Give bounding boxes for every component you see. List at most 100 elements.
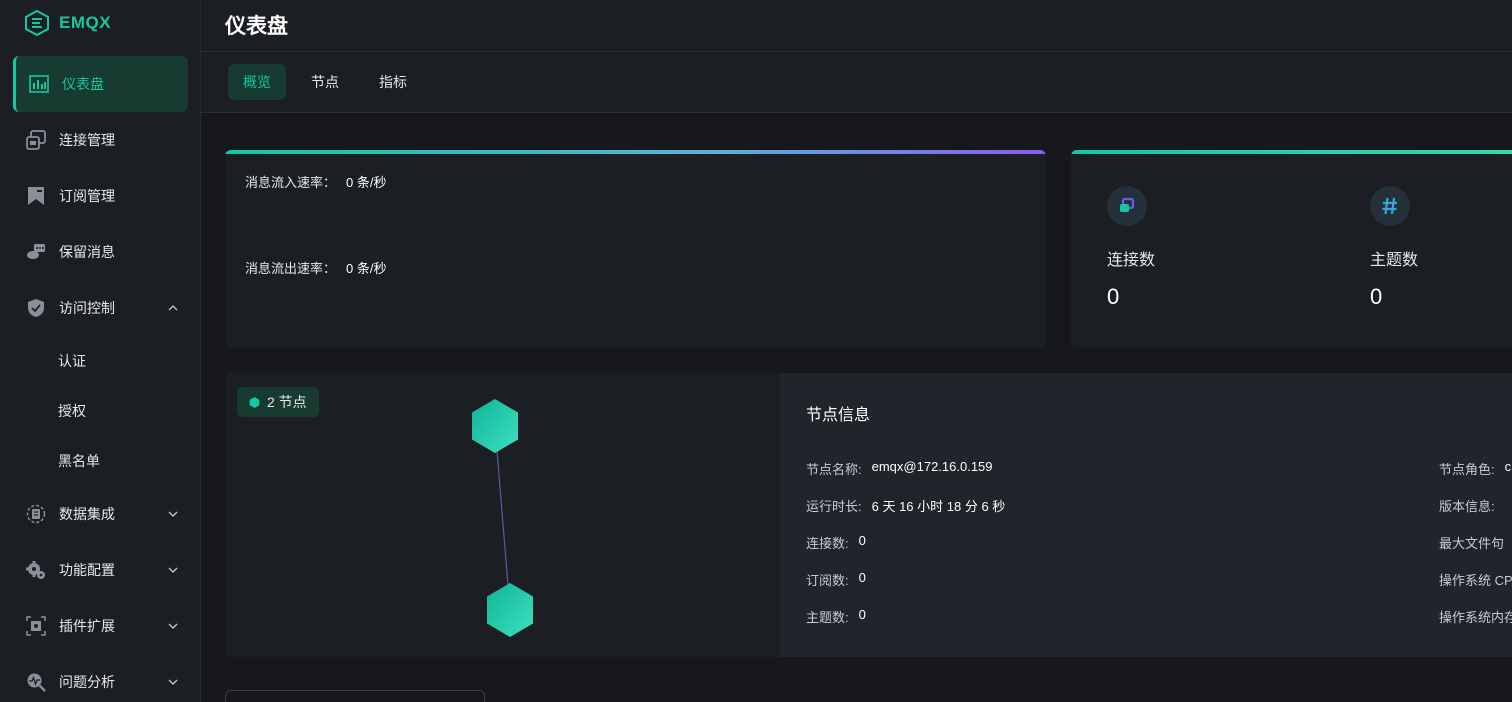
tab-metrics[interactable]: 指标	[364, 64, 422, 100]
shield-icon	[26, 298, 46, 318]
hexagon-icon	[249, 396, 260, 408]
topology-link	[494, 425, 511, 611]
page-title: 仪表盘	[225, 15, 288, 38]
node-info-label: 运行时长:	[806, 499, 862, 514]
stat-connections-label: 连接数	[1107, 252, 1156, 269]
sidebar-item-label: 插件扩展	[59, 618, 115, 634]
emqx-logo-icon	[25, 10, 49, 36]
chevron-down-icon	[168, 679, 178, 685]
node-info-row: 运行时长: 6 天 16 小时 18 分 6 秒	[806, 496, 1005, 515]
stats-card: 连接数 0 主题数 0	[1071, 150, 1512, 348]
sidebar-subitem-banned[interactable]: 黑名单	[0, 436, 201, 486]
node-info-panel: 节点信息 节点名称: emqx@172.16.0.159 运行时长: 6 天 1…	[780, 373, 1512, 657]
node-info-row: 操作系统 CP	[1439, 570, 1512, 589]
plugin-icon	[26, 616, 46, 636]
chevron-down-icon	[168, 623, 178, 629]
sidebar-item-access-control[interactable]: 访问控制	[0, 280, 201, 336]
sidebar-item-label: 数据集成	[59, 506, 115, 522]
node-count-text: 2 节点	[267, 394, 307, 410]
node-info-row: 连接数: 0	[806, 533, 866, 552]
topology-node[interactable]	[487, 583, 533, 637]
diagnose-icon	[26, 672, 46, 692]
sidebar-subitem-authentication[interactable]: 认证	[0, 336, 201, 386]
rate-in-value: 0 条/秒	[346, 175, 387, 190]
connections-icon	[26, 130, 46, 150]
node-info-row: 主题数: 0	[806, 607, 866, 626]
message-rate-card: 消息流入速率： 0 条/秒 消息流出速率： 0 条/秒	[225, 150, 1046, 348]
card-accent-bar	[225, 150, 1046, 154]
sidebar-subitem-authorization[interactable]: 授权	[0, 386, 201, 436]
retained-icon	[26, 242, 46, 262]
node-info-label: 订阅数:	[806, 573, 849, 588]
card-accent-bar	[1071, 150, 1512, 154]
rate-out-row: 消息流出速率： 0 条/秒	[245, 258, 386, 277]
sidebar-item-label: 问题分析	[59, 674, 115, 690]
node-info-label: 连接数:	[806, 536, 849, 551]
node-info-value: 0	[858, 533, 866, 548]
hash-icon	[1370, 186, 1410, 226]
sidebar-item-label: 仪表盘	[62, 76, 104, 92]
node-info-label: 操作系统 CP	[1439, 573, 1512, 588]
node-info-label: 最大文件句	[1439, 536, 1505, 551]
sidebar-item-subscriptions[interactable]: 订阅管理	[0, 168, 201, 224]
rate-in-row: 消息流入速率： 0 条/秒	[245, 172, 386, 191]
data-integration-icon	[26, 504, 46, 524]
tab-nodes[interactable]: 节点	[296, 64, 354, 100]
node-info-row: 订阅数: 0	[806, 570, 866, 589]
dashboard-icon	[29, 74, 49, 94]
subscriptions-icon	[26, 186, 46, 206]
node-info-label: 版本信息:	[1439, 499, 1495, 514]
node-topology: 2 节点	[225, 373, 780, 657]
node-info-label: 节点角色:	[1439, 462, 1495, 477]
node-info-row: 节点名称: emqx@172.16.0.159	[806, 459, 993, 478]
logo[interactable]: EMQX	[24, 8, 111, 38]
node-info-label: 节点名称:	[806, 462, 862, 477]
tab-overview[interactable]: 概览	[228, 64, 286, 100]
node-info-value: 0	[858, 570, 866, 585]
sidebar: EMQX 仪表盘 连接管理 订阅管理 保留消息 访问控制 认证 授权 黑名单 数…	[0, 0, 201, 702]
sidebar-item-dashboard[interactable]: 仪表盘	[13, 56, 188, 112]
node-info-title: 节点信息	[806, 407, 871, 424]
sidebar-item-diagnose[interactable]: 问题分析	[0, 654, 201, 702]
stat-topics-value: 0	[1370, 284, 1383, 309]
rate-out-label: 消息流出速率：	[245, 261, 337, 276]
node-info-label: 主题数:	[806, 610, 849, 625]
sidebar-nav: 仪表盘 连接管理 订阅管理 保留消息 访问控制 认证 授权 黑名单 数据集成 功…	[0, 56, 201, 702]
sidebar-item-label: 连接管理	[59, 132, 115, 148]
rate-in-label: 消息流入速率：	[245, 175, 337, 190]
app-root: EMQX 仪表盘 连接管理 订阅管理 保留消息 访问控制 认证 授权 黑名单 数…	[0, 0, 1512, 702]
node-info-value: 6 天 16 小时 18 分 6 秒	[871, 499, 1006, 514]
sidebar-item-configuration[interactable]: 功能配置	[0, 542, 201, 598]
sidebar-item-label: 功能配置	[59, 562, 115, 578]
chevron-down-icon	[168, 567, 178, 573]
topology-node[interactable]	[472, 399, 518, 453]
node-info-value: c	[1504, 459, 1512, 474]
node-count-badge: 2 节点	[237, 387, 319, 417]
node-info-value: emqx@172.16.0.159	[871, 459, 993, 474]
bottom-select[interactable]	[225, 690, 485, 702]
sidebar-item-extensions[interactable]: 插件扩展	[0, 598, 201, 654]
node-info-row: 节点角色: c	[1439, 459, 1511, 478]
rate-out-value: 0 条/秒	[346, 261, 387, 276]
brand-name: EMQX	[59, 13, 112, 32]
chevron-up-icon	[168, 305, 178, 311]
stat-connections: 连接数 0	[1107, 186, 1307, 310]
sidebar-item-label: 访问控制	[59, 300, 115, 316]
chevron-down-icon	[168, 511, 178, 517]
connection-icon	[1107, 186, 1147, 226]
sidebar-item-retained[interactable]: 保留消息	[0, 224, 201, 280]
node-info-value: 0	[858, 607, 866, 622]
sidebar-item-label: 保留消息	[59, 244, 115, 260]
sidebar-item-connections[interactable]: 连接管理	[0, 112, 201, 168]
node-info-row: 版本信息:	[1439, 496, 1505, 515]
stat-connections-value: 0	[1107, 284, 1120, 309]
stat-topics: 主题数 0	[1370, 186, 1512, 310]
tabs-bar: 概览 节点 指标	[201, 52, 1512, 113]
stat-topics-label: 主题数	[1370, 252, 1419, 269]
node-info-row: 最大文件句 柄	[1439, 533, 1512, 552]
sidebar-item-data-integration[interactable]: 数据集成	[0, 486, 201, 542]
node-info-row: 操作系统内存	[1439, 607, 1512, 626]
page-header: 仪表盘	[201, 0, 1512, 52]
sidebar-item-label: 订阅管理	[59, 188, 115, 204]
gear-icon	[26, 560, 46, 580]
